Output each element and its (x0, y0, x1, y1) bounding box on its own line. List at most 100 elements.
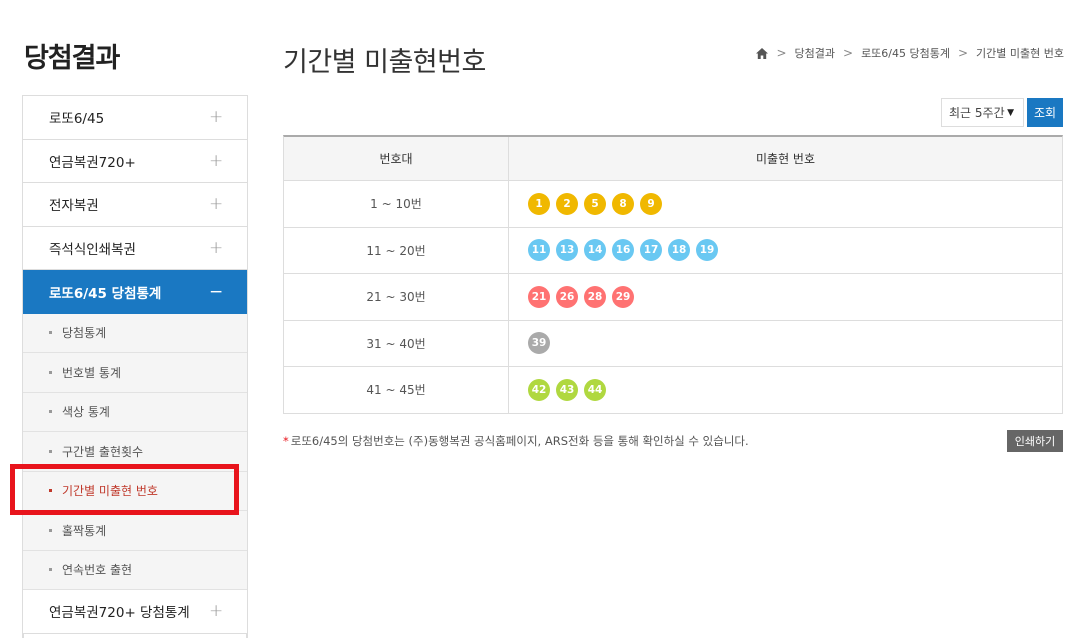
plus-icon: + (209, 150, 224, 171)
note-text: 로또6/45의 당첨번호는 (주)동행복권 공식홈페이지, ARS전화 등을 통… (290, 434, 749, 448)
sidebar-item-lotto645[interactable]: 로또6/45 + (23, 96, 247, 140)
menu-tail (23, 633, 247, 638)
bullet-icon (49, 410, 52, 414)
number-ball: 19 (696, 239, 718, 262)
period-select-value: 최근 5주간 (949, 106, 1005, 120)
number-ball: 13 (556, 239, 578, 262)
breadcrumb-item[interactable]: 당첨결과 (795, 45, 835, 61)
sidebar-item-label: 즉석식인쇄복권 (49, 241, 136, 258)
sidebar-item-pension-stats[interactable]: 연금복권720+ 당첨통계 + (23, 590, 247, 634)
caret-down-icon: ▼ (1007, 107, 1014, 118)
bullet-icon (49, 568, 52, 572)
subitem-label: 연속번호 출현 (62, 563, 133, 578)
sidebar-submenu: 당첨통계 번호별 통계 색상 통계 구간별 출현횟수 기간별 미출현 번호 홀짝… (23, 313, 247, 590)
subitem-label: 기간별 미출현 번호 (62, 484, 158, 499)
sidebar-item-electronic[interactable]: 전자복권 + (23, 183, 247, 227)
subitem-label: 번호별 통계 (62, 365, 122, 380)
number-ball: 42 (528, 378, 550, 401)
sidebar-item-instant[interactable]: 즉석식인쇄복권 + (23, 226, 247, 270)
number-ball: 21 (528, 285, 550, 308)
breadcrumb: > 당첨결과 > 로또6/45 당첨통계 > 기간별 미출현 번호 (756, 45, 1064, 61)
range-cell: 11 ~ 20번 (284, 227, 509, 273)
table-body: 1 ~ 10번 1 2 5 8 9 11 ~ 20번 11 13 14 16 17 18 19 21 ~ 3… (284, 181, 1062, 414)
plus-icon: + (209, 237, 224, 258)
subitem-consecutive[interactable]: 연속번호 출현 (23, 551, 247, 590)
note-star: * (283, 434, 289, 448)
number-ball: 17 (640, 239, 662, 262)
sidebar-item-label: 전자복권 (49, 198, 99, 215)
period-select[interactable]: 최근 5주간 ▼ (941, 98, 1024, 127)
breadcrumb-item: 기간별 미출현 번호 (976, 47, 1064, 60)
sidebar-menu: 로또6/45 + 연금복권720+ + 전자복권 + 즉석식인쇄복권 + 로또6… (22, 95, 248, 638)
subitem-label: 당첨통계 (62, 326, 107, 341)
number-ball: 26 (556, 285, 578, 308)
subitem-winning-stats[interactable]: 당첨통계 (23, 314, 247, 353)
number-ball: 16 (612, 239, 634, 262)
numbers-cell: 39 (509, 321, 1062, 367)
number-ball: 11 (528, 239, 550, 262)
numbers-cell: 12589 (509, 181, 1062, 227)
number-ball: 1 (528, 192, 550, 215)
bullet-icon (49, 370, 52, 374)
table-row: 11 ~ 20번 11 13 14 16 17 18 19 (284, 227, 1062, 274)
number-ball: 43 (556, 378, 578, 401)
sidebar-title: 당첨결과 (24, 43, 120, 74)
bullet-icon (49, 331, 52, 335)
column-header-range: 번호대 (284, 137, 509, 180)
sidebar-item-pension720[interactable]: 연금복권720+ + (23, 139, 247, 183)
range-cell: 21 ~ 30번 (284, 274, 509, 320)
range-cell: 41 ~ 45번 (284, 367, 509, 413)
number-ball: 5 (584, 192, 606, 215)
sidebar-item-lotto-stats[interactable]: 로또6/45 당첨통계 − (23, 270, 247, 314)
unappeared-numbers-table: 번호대 미출현 번호 1 ~ 10번 1 2 5 8 9 11 ~ 20번 11 13 14 16 1… (283, 135, 1063, 414)
number-ball: 14 (584, 239, 606, 262)
table-header-row: 번호대 미출현 번호 (284, 137, 1062, 181)
bullet-icon (49, 489, 52, 493)
subitem-unappeared-numbers[interactable]: 기간별 미출현 번호 (23, 472, 247, 511)
sidebar-item-label: 연금복권720+ (49, 154, 136, 171)
subitem-odd-even[interactable]: 홀짝통계 (23, 511, 247, 551)
table-row: 31 ~ 40번 39 (284, 320, 1062, 367)
number-ball: 9 (640, 192, 662, 215)
table-row: 21 ~ 30번 21 26 28 29 (284, 274, 1062, 321)
subitem-color-stats[interactable]: 색상 통계 (23, 393, 247, 432)
home-icon[interactable] (756, 47, 769, 59)
number-ball: 29 (612, 285, 634, 308)
subitem-range-counts[interactable]: 구간별 출현횟수 (23, 432, 247, 472)
numbers-cell: 11 13 14 16 17 18 19 (509, 228, 1062, 274)
info-note: * 로또6/45의 당첨번호는 (주)동행복권 공식홈페이지, ARS전화 등을 … (283, 433, 749, 449)
sidebar-item-label: 로또6/45 (49, 111, 105, 128)
number-ball: 39 (528, 332, 550, 355)
breadcrumb-separator: > (843, 46, 854, 60)
table-row: 41 ~ 45번 42 43 44 (284, 367, 1062, 414)
range-cell: 31 ~ 40번 (284, 320, 509, 366)
subitem-label: 홀짝통계 (62, 523, 107, 538)
query-button[interactable]: 조회 (1027, 98, 1063, 127)
bullet-icon (49, 449, 52, 453)
print-button[interactable]: 인쇄하기 (1007, 430, 1063, 452)
page-title: 기간별 미출현번호 (283, 47, 486, 78)
sidebar-item-label: 로또6/45 당첨통계 (49, 285, 162, 302)
minus-icon: − (209, 281, 224, 302)
breadcrumb-separator: > (776, 46, 787, 60)
numbers-cell: 42 43 44 (509, 367, 1062, 413)
number-ball: 44 (584, 378, 606, 401)
breadcrumb-separator: > (957, 46, 969, 60)
subitem-label: 색상 통계 (62, 405, 110, 420)
range-cell: 1 ~ 10번 (284, 181, 509, 227)
breadcrumb-item[interactable]: 로또6/45 당첨통계 (861, 45, 950, 61)
subitem-number-stats[interactable]: 번호별 통계 (23, 353, 247, 393)
bullet-icon (49, 528, 52, 532)
numbers-cell: 21 26 28 29 (509, 274, 1062, 320)
column-header-numbers: 미출현 번호 (755, 152, 815, 166)
plus-icon: + (209, 194, 224, 215)
subitem-label: 구간별 출현횟수 (62, 444, 144, 459)
number-ball: 8 (612, 192, 634, 215)
sidebar-item-label: 연금복권720+ 당첨통계 (49, 605, 190, 622)
number-ball: 28 (584, 285, 606, 308)
plus-icon: + (209, 601, 224, 622)
table-row: 1 ~ 10번 1 2 5 8 9 (284, 181, 1062, 228)
plus-icon: + (209, 107, 224, 128)
number-ball: 18 (668, 239, 690, 262)
number-ball: 2 (556, 192, 578, 215)
